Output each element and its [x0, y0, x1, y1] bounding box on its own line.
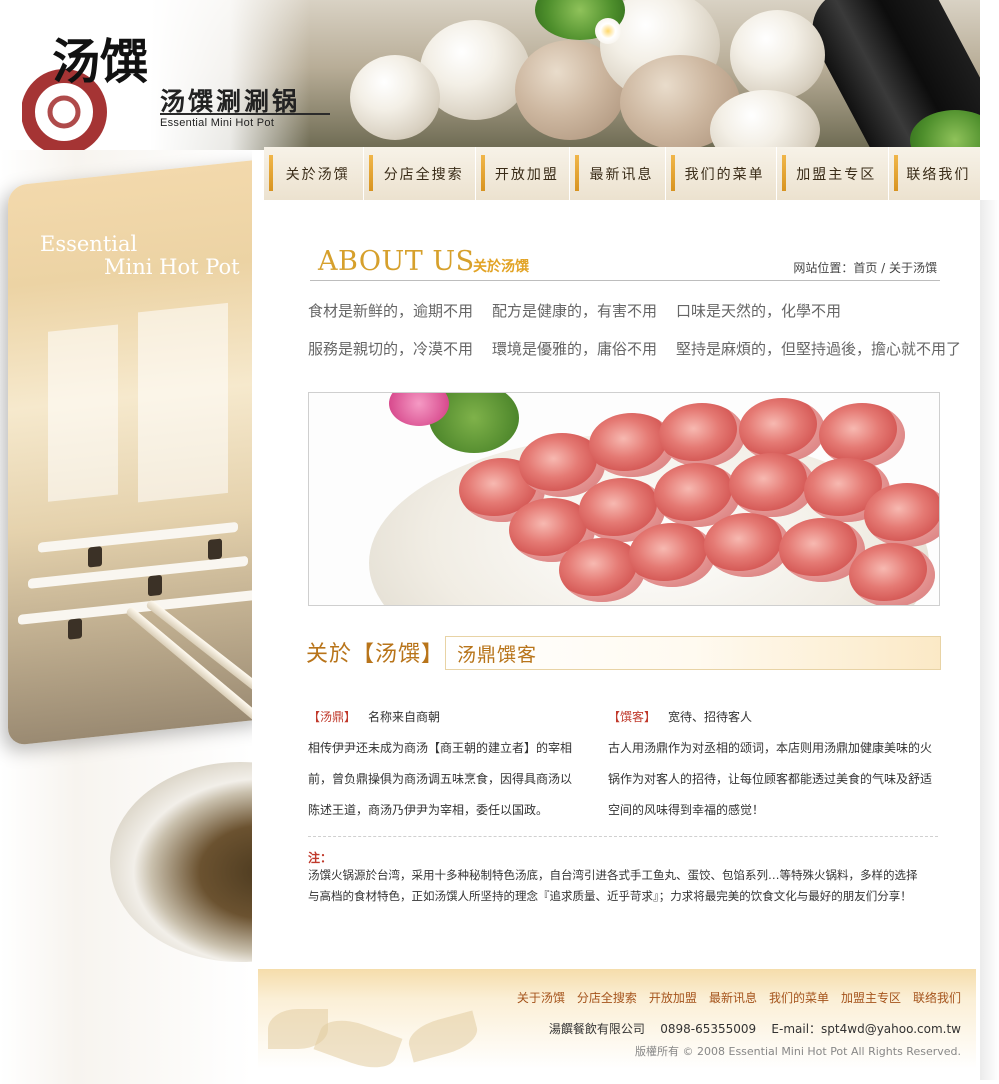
footer-nav: 关于汤馔 分店全搜索 开放加盟 最新讯息 我们的菜单 加盟主专区 联络我们: [517, 989, 961, 1006]
about-section-title: 关於【汤馔】: [306, 642, 445, 667]
nav-item-label: 开放加盟: [494, 166, 559, 183]
nav-item-label: 我们的菜单: [684, 166, 765, 183]
nav-item-label: 关於汤馔: [285, 166, 350, 183]
email-label: E-mail：: [771, 1022, 822, 1036]
nav-item-label: 分店全搜索: [383, 166, 464, 183]
meat-roll-shape: [729, 453, 815, 517]
note-text: 汤馔火锅源於台湾，采用十多种秘制特色汤底，自台湾引进各式手工鱼丸、蛋饺、包馅系列…: [308, 865, 948, 907]
copyright: 版權所有 © 2008 Essential Mini Hot Pot All R…: [635, 1045, 961, 1058]
nav-item-about[interactable]: 关於汤馔: [264, 147, 365, 200]
nav-bar-icon: [781, 155, 786, 191]
footer-link-about[interactable]: 关于汤馔: [517, 989, 565, 1006]
window-shape: [138, 302, 228, 503]
nav-item-contact[interactable]: 联络我们: [889, 147, 980, 200]
meat-roll-shape: [849, 543, 935, 605]
nav-item-franchisee-area[interactable]: 加盟主专区: [777, 147, 889, 200]
fishball-shape: [730, 10, 825, 100]
chair-shape: [88, 546, 102, 568]
window-shape: [48, 324, 118, 502]
footer-link-menu[interactable]: 我们的菜单: [769, 989, 829, 1006]
motto-text: 配方是健康的，有害不用: [492, 302, 658, 320]
phone-number: 0898-65355009: [660, 1022, 757, 1036]
meat-roll-shape: [819, 403, 905, 467]
paragraph-line: 相传伊尹还未成为商汤【商王朝的建立者】的宰相: [308, 741, 573, 755]
frame-shadow: [980, 200, 999, 1080]
nav-item-menu[interactable]: 我们的菜单: [666, 147, 777, 200]
fishball-shape: [350, 55, 440, 140]
main-nav: 关於汤馔 分店全搜索 开放加盟 最新讯息 我们的菜单 加盟主专区 联络我们: [264, 147, 980, 200]
paragraph-line: 陈述王道，商汤乃伊尹为宰相，委任以国政。: [308, 803, 549, 817]
motto-text: 口味是天然的，化學不用: [676, 302, 842, 320]
term-tag: 【汤鼎】: [308, 710, 357, 724]
meat-roll-shape: [739, 398, 825, 462]
logo-mark: 汤馔: [22, 34, 148, 150]
footer-link-news[interactable]: 最新讯息: [709, 989, 757, 1006]
nav-bar-icon: [670, 155, 675, 191]
term-tag: 【馔客】: [608, 710, 657, 724]
section-divider: [308, 836, 938, 837]
nav-item-label: 加盟主专区: [796, 166, 877, 183]
left-panel-title-line1: Essential: [40, 232, 138, 256]
footer-link-franchisee-area[interactable]: 加盟主专区: [841, 989, 901, 1006]
meat-roll-shape: [704, 513, 790, 577]
about-left-column: 【汤鼎】 名称来自商朝 相传伊尹还未成为商汤【商王朝的建立者】的宰相 前，曾负鼎操…: [308, 702, 608, 826]
email-address[interactable]: spt4wd@yahoo.com.tw: [821, 1022, 961, 1036]
nav-bar-icon: [575, 155, 580, 191]
footer-contact-info: 湯饌餐飲有限公司 0898-65355009 E-mail：spt4wd@yah…: [549, 1020, 961, 1037]
heading-divider: [310, 280, 940, 281]
term-definition: 宽待、招待客人: [668, 710, 753, 724]
nav-item-store-search[interactable]: 分店全搜索: [364, 147, 477, 200]
hotpot-bowl-shape: [110, 762, 252, 962]
note-line: 与高档的食材特色，正如汤馔人所坚持的理念『追求质量、近乎苛求』；力求将最完美的饮…: [308, 889, 912, 903]
chair-shape: [68, 618, 82, 640]
chair-shape: [208, 538, 222, 560]
motto-text: 環境是優雅的，庸俗不用: [492, 340, 658, 358]
about-right-column: 【馔客】 宽待、招待客人 古人用汤鼎作为对丞相的颂词，本店则用汤鼎加健康美味的火 …: [608, 702, 948, 826]
logo-glyphs: 汤馔: [52, 34, 148, 90]
footer-link-franchise[interactable]: 开放加盟: [649, 989, 697, 1006]
floral-ornament: [404, 1010, 482, 1063]
breadcrumb: 网站位置：首页 / 关于汤馔: [793, 261, 937, 275]
header-banner-image: [150, 0, 980, 150]
nav-item-news[interactable]: 最新讯息: [570, 147, 666, 200]
nav-bar-icon: [369, 155, 374, 191]
left-decor-panel: [0, 150, 252, 1084]
term-definition: 名称来自商朝: [368, 710, 441, 724]
paragraph-line: 古人用汤鼎作为对丞相的颂词，本店则用汤鼎加健康美味的火: [608, 741, 933, 755]
paragraph-line: 锅作为对客人的招待，让每位顾客都能透过美食的气味及舒适: [608, 772, 933, 786]
nav-item-label: 最新讯息: [589, 166, 654, 183]
page-title: ABOUT US: [318, 246, 475, 277]
company-name: 湯饌餐飲有限公司: [548, 1022, 645, 1036]
paragraph-line: 空间的风味得到幸福的感觉！: [608, 803, 765, 817]
footer-link-store-search[interactable]: 分店全搜索: [577, 989, 637, 1006]
nav-item-label: 联络我们: [906, 166, 971, 183]
page-title-cn: 关於汤馔: [473, 259, 529, 275]
nav-bar-icon: [269, 155, 273, 191]
meat-platter-image: [308, 392, 940, 606]
footer-link-contact[interactable]: 联络我们: [913, 989, 961, 1006]
paragraph-line: 前，曾负鼎操俱为商汤调五味烹食，因得具商汤以: [308, 772, 573, 786]
nav-bar-icon: [481, 155, 486, 191]
chair-shape: [148, 574, 162, 597]
left-panel-title-line2: Mini Hot Pot: [104, 255, 240, 279]
motto-text: 食材是新鲜的，逾期不用: [308, 302, 474, 320]
nav-item-franchise[interactable]: 开放加盟: [476, 147, 571, 200]
brand-name-en: Essential Mini Hot Pot: [160, 117, 275, 129]
nav-bar-icon: [893, 155, 898, 191]
motto-text: 服務是親切的，冷漠不用: [308, 340, 474, 358]
brand-divider: [160, 113, 330, 115]
meat-roll-shape: [864, 483, 939, 547]
meat-roll-shape: [629, 523, 715, 587]
about-section-subtitle: 汤鼎馔客: [457, 644, 538, 666]
note-label: 注：: [308, 851, 333, 865]
note-line: 汤馔火锅源於台湾，采用十多种秘制特色汤底，自台湾引进各式手工鱼丸、蛋饺、包馅系列…: [308, 868, 918, 882]
table-shape: [28, 555, 248, 589]
motto-text: 堅持是麻煩的，但堅持過後，擔心就不用了: [676, 340, 962, 358]
meat-roll-shape: [659, 403, 745, 467]
flower-shape: [595, 18, 621, 44]
